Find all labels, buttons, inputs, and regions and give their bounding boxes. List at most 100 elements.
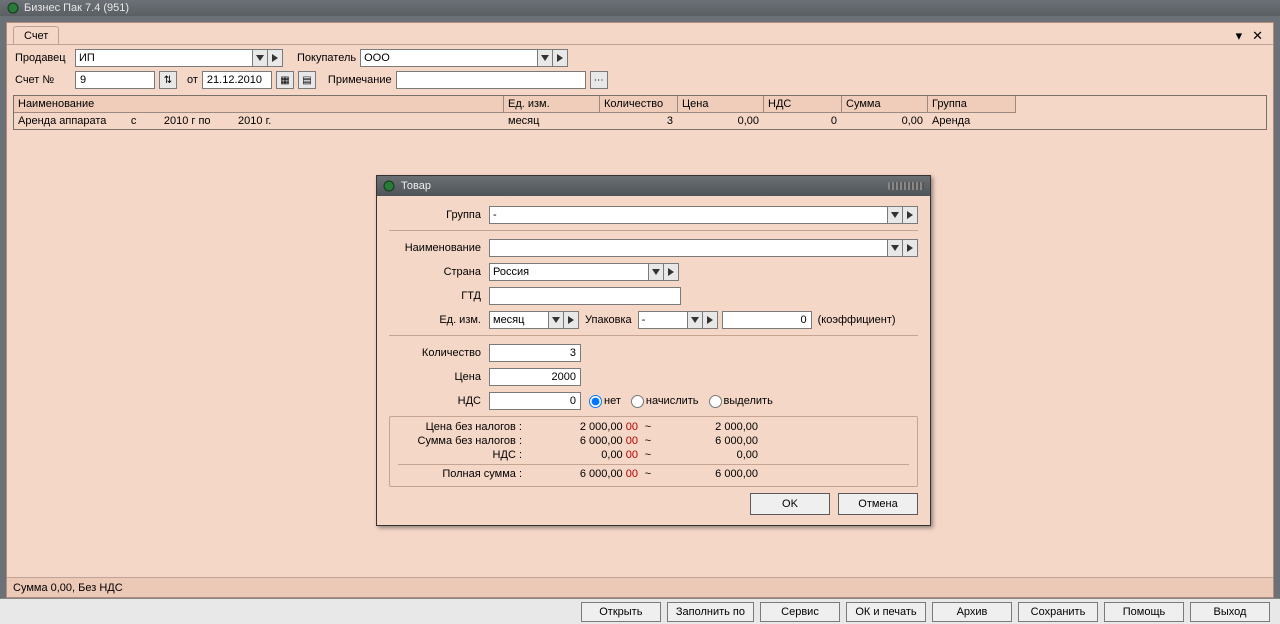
label-note: Примечание [328, 74, 392, 86]
archive-button[interactable]: Архив [932, 602, 1012, 622]
calc-sum-no-tax-b: 6 000,00 [658, 435, 758, 447]
calc-total-b: 6 000,00 [658, 468, 758, 480]
tab-invoice[interactable]: Счет [13, 26, 59, 44]
gh-price[interactable]: Цена [678, 96, 764, 113]
seller-lookup-icon[interactable] [267, 49, 283, 67]
gc-qty: 3 [600, 113, 678, 129]
buyer-dropdown-icon[interactable] [537, 49, 553, 67]
name-input[interactable] [489, 239, 888, 257]
calc-label-price-no-tax: Цена без налогов : [398, 421, 528, 433]
cancel-button[interactable]: Отмена [838, 493, 918, 515]
help-button[interactable]: Помощь [1104, 602, 1184, 622]
label-price: Цена [389, 371, 489, 383]
tab-label: Счет [24, 30, 48, 42]
buyer-lookup-icon[interactable] [552, 49, 568, 67]
country-input[interactable] [489, 263, 649, 281]
gh-sum[interactable]: Сумма [842, 96, 928, 113]
fill-by-button[interactable]: Заполнить по [667, 602, 754, 622]
vat-radio-extract-label: выделить [724, 395, 773, 407]
note-input[interactable] [396, 71, 586, 89]
gc-unit: месяц [504, 113, 600, 129]
gc-sum: 0,00 [842, 113, 928, 129]
calc-vat-b: 0,00 [658, 449, 758, 461]
name-dropdown-icon[interactable] [887, 239, 903, 257]
exit-button[interactable]: Выход [1190, 602, 1270, 622]
app-icon [6, 1, 20, 15]
label-coeff: (коэффициент) [812, 314, 902, 326]
vat-radio-none-label: нет [604, 395, 621, 407]
vat-radio-add[interactable]: начислить [631, 395, 699, 408]
date-extra-icon[interactable]: ▤ [298, 71, 316, 89]
tilde-icon: ~ [638, 421, 658, 433]
vat-radio-extract[interactable]: выделить [709, 395, 773, 408]
unit-input[interactable] [489, 311, 549, 329]
bottom-toolbar: Открыть Заполнить по Сервис ОК и печать … [0, 598, 1280, 624]
calc-price-no-tax-b: 2 000,00 [658, 421, 758, 433]
coeff-input[interactable] [722, 311, 812, 329]
invoice-no-stepper-icon[interactable]: ⇅ [159, 71, 177, 89]
gh-vat[interactable]: НДС [764, 96, 842, 113]
label-invoice-no: Счет № [15, 74, 71, 86]
label-seller: Продавец [15, 52, 71, 64]
buyer-input[interactable] [360, 49, 538, 67]
calc-block: Цена без налогов : 2 000,00 00 ~ 2 000,0… [389, 416, 918, 487]
packaging-lookup-icon[interactable] [702, 311, 718, 329]
packaging-dropdown-icon[interactable] [687, 311, 703, 329]
calc-label-vat: НДС : [398, 449, 528, 461]
invoice-no-input[interactable] [75, 71, 155, 89]
gc-name: Аренда аппарата с 2010 г по 2010 г. [14, 113, 504, 129]
label-from: от [187, 74, 198, 86]
seller-dropdown-icon[interactable] [252, 49, 268, 67]
price-input[interactable] [489, 368, 581, 386]
date-input[interactable] [202, 71, 272, 89]
ok-button[interactable]: OK [750, 493, 830, 515]
label-vat: НДС [389, 395, 489, 407]
country-dropdown-icon[interactable] [648, 263, 664, 281]
tilde-icon: ~ [638, 449, 658, 461]
items-grid: Наименование Ед. изм. Количество Цена НД… [13, 95, 1267, 130]
qty-input[interactable] [489, 344, 581, 362]
group-lookup-icon[interactable] [902, 206, 918, 224]
save-button[interactable]: Сохранить [1018, 602, 1098, 622]
group-input[interactable] [489, 206, 888, 224]
open-button[interactable]: Открыть [581, 602, 661, 622]
grid-row[interactable]: Аренда аппарата с 2010 г по 2010 г. меся… [14, 113, 1266, 129]
dialog-titlebar[interactable]: Товар [377, 176, 930, 196]
group-dropdown-icon[interactable] [887, 206, 903, 224]
label-country: Страна [389, 266, 489, 278]
invoice-form: Продавец Покупатель Счет № ⇅ от ▦ ▤ Прим… [7, 45, 1273, 95]
vat-input[interactable] [489, 392, 581, 410]
packaging-input[interactable] [638, 311, 688, 329]
label-gtd: ГТД [389, 290, 489, 302]
name-lookup-icon[interactable] [902, 239, 918, 257]
gh-unit[interactable]: Ед. изм. [504, 96, 600, 113]
gh-name[interactable]: Наименование [14, 96, 504, 113]
app-title: Бизнес Пак 7.4 (951) [24, 2, 129, 14]
vat-radio-none[interactable]: нет [589, 395, 621, 408]
label-buyer: Покупатель [297, 52, 356, 64]
ok-print-button[interactable]: ОК и печать [846, 602, 926, 622]
label-group: Группа [389, 209, 489, 221]
tilde-icon: ~ [638, 435, 658, 447]
unit-dropdown-icon[interactable] [548, 311, 564, 329]
vat-radio-add-label: начислить [646, 395, 699, 407]
gtd-input[interactable] [489, 287, 681, 305]
calc-total-a: 6 000,00 00 [528, 468, 638, 480]
note-more-icon[interactable]: ⋯ [590, 71, 608, 89]
date-picker-icon[interactable]: ▦ [276, 71, 294, 89]
tab-close-icon[interactable]: ✕ [1250, 28, 1265, 44]
calc-price-no-tax-a: 2 000,00 00 [528, 421, 638, 433]
seller-input[interactable] [75, 49, 253, 67]
status-bar: Сумма 0,00, Без НДС [7, 577, 1273, 597]
gh-group[interactable]: Группа [928, 96, 1016, 113]
service-button[interactable]: Сервис [760, 602, 840, 622]
gh-qty[interactable]: Количество [600, 96, 678, 113]
gc-group: Аренда [928, 113, 1016, 129]
label-qty: Количество [389, 347, 489, 359]
country-lookup-icon[interactable] [663, 263, 679, 281]
label-packaging: Упаковка [579, 314, 638, 326]
product-dialog: Товар Группа Наименование Страна [376, 175, 931, 526]
unit-lookup-icon[interactable] [563, 311, 579, 329]
tab-minimize-icon[interactable]: ▾ [1234, 28, 1245, 44]
drag-handle-icon[interactable] [888, 182, 924, 190]
